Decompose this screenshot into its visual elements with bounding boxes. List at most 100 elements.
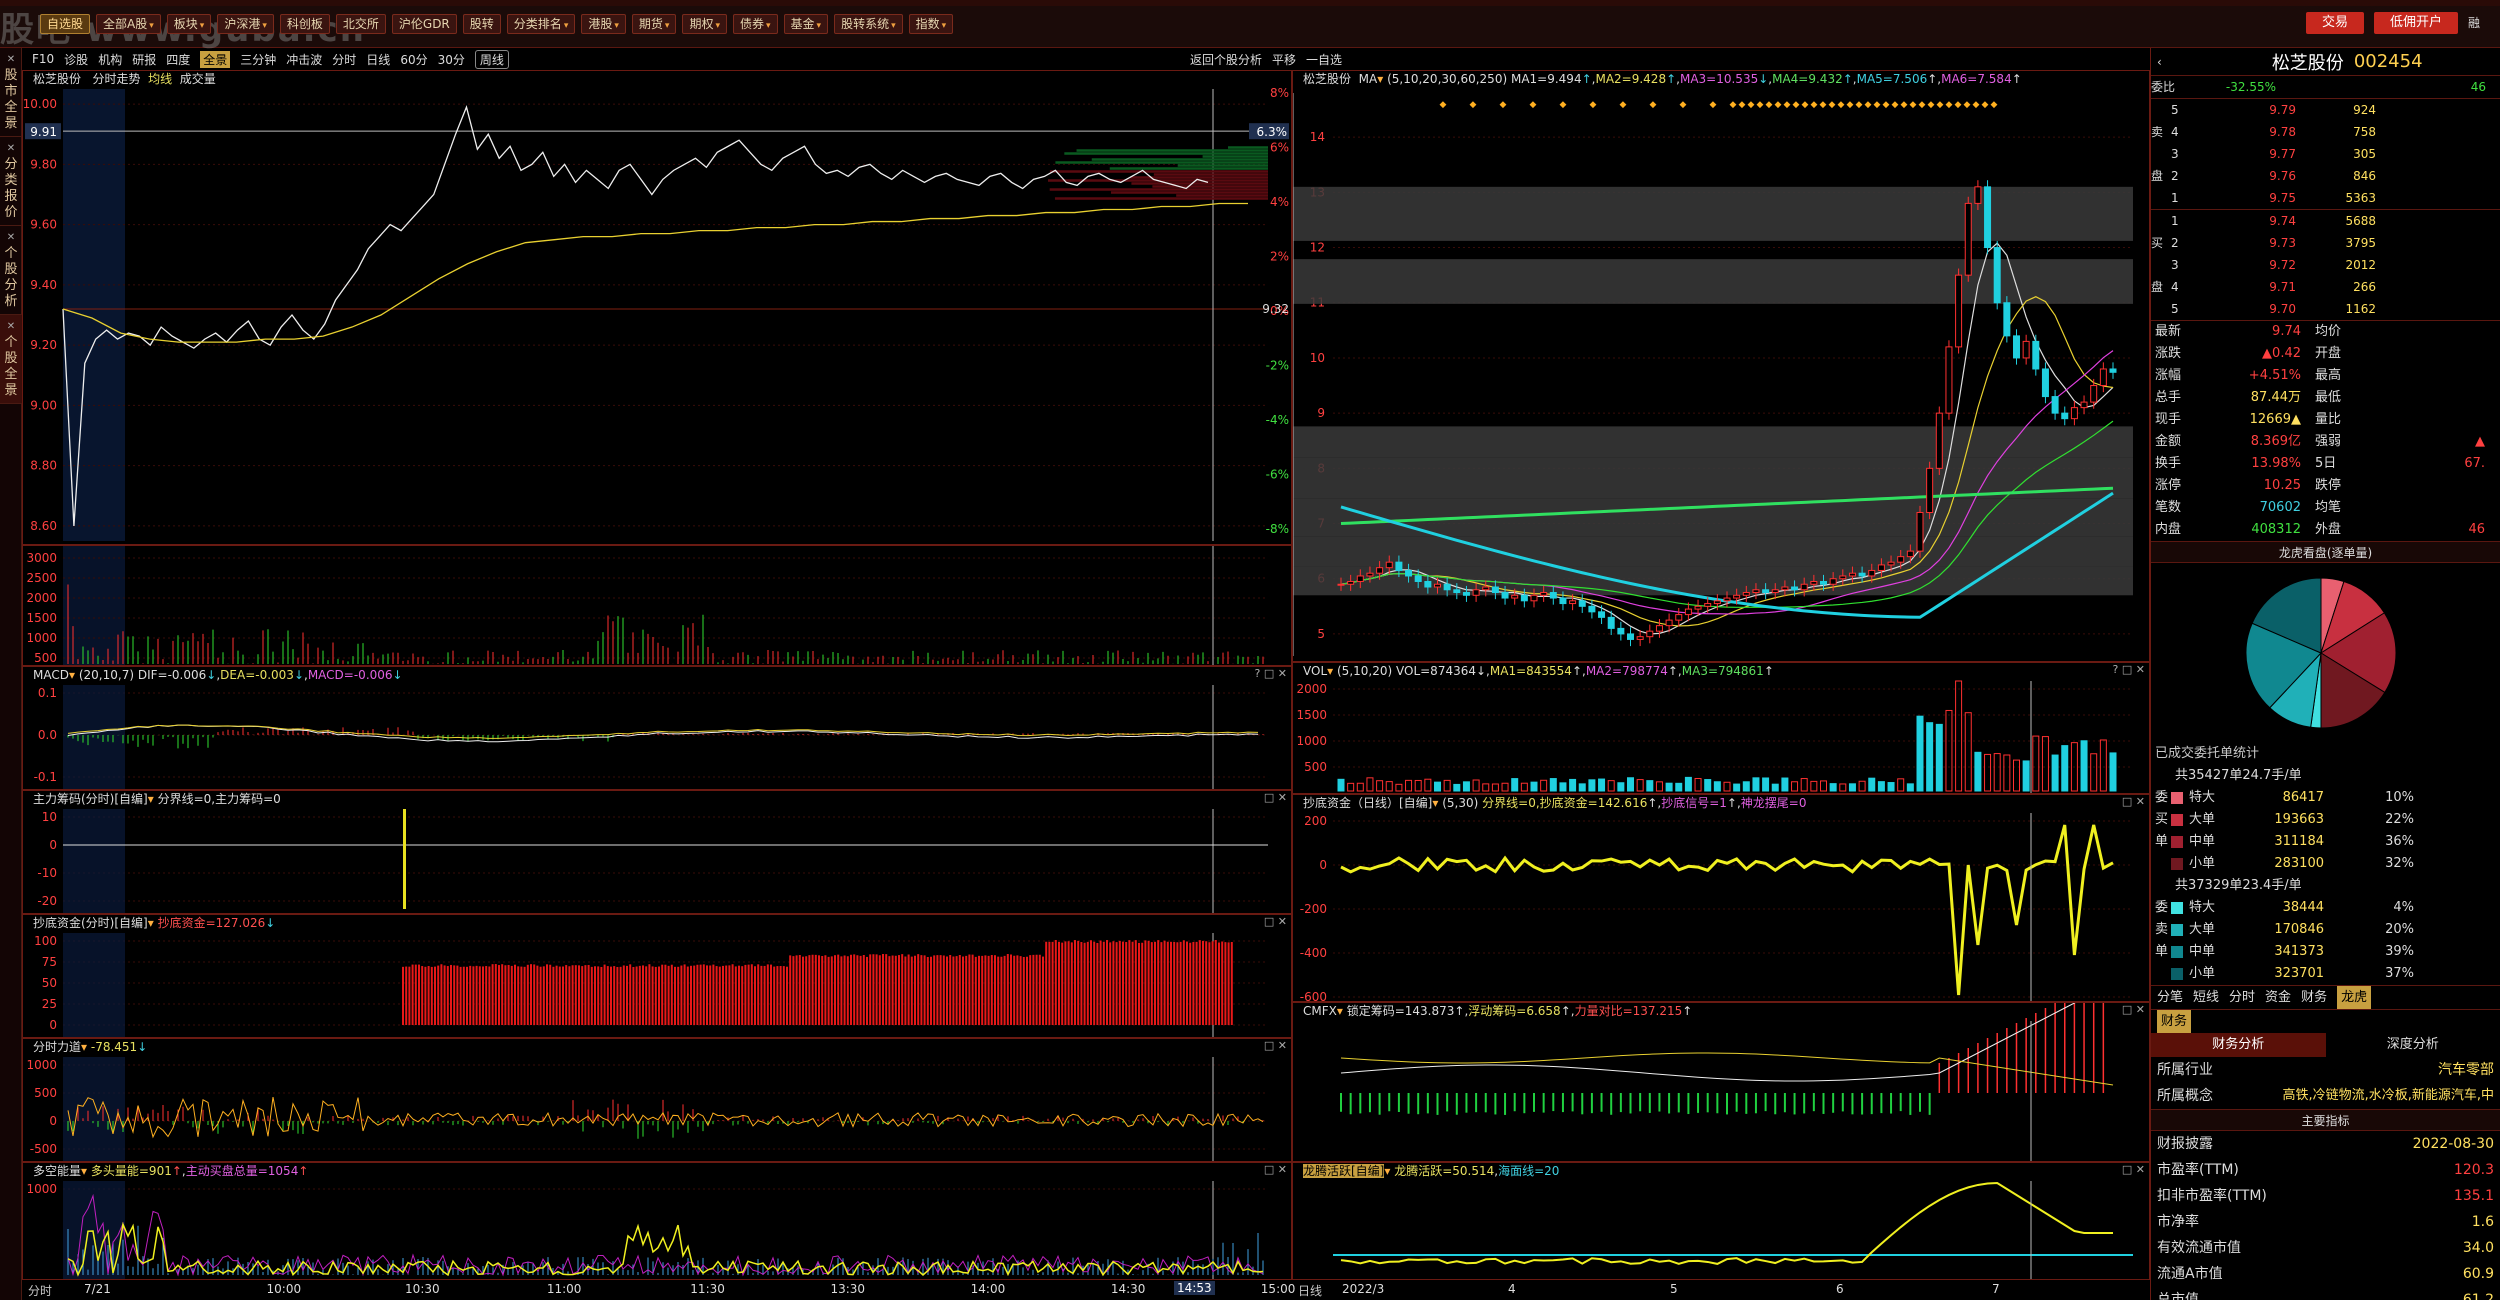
subbar-item[interactable]: 周线 (474, 49, 509, 69)
macd-pane[interactable]: MACD▾ (20,10,7) DIF=-0.006↓,DEA=-0.003↓,… (22, 666, 1292, 790)
trade-button[interactable]: 交易 (2305, 12, 2364, 34)
subbar-item[interactable]: 机构 (98, 51, 122, 68)
fenshi-pane[interactable]: 分时力道▾ -78.451↓ □ ✕ 1000 500 0 -500 (22, 1038, 1292, 1162)
subbar-item[interactable]: 三分钟 (240, 51, 276, 68)
zhuli-pane[interactable]: 主力筹码(分时)[自编]▾ 分界线=0,主力筹码=0 □ ✕ 10 0 -10 -20 (22, 790, 1292, 914)
event-marker: ◆ (1964, 100, 1971, 110)
market-button-label: 板块 (173, 17, 198, 31)
subbar-item[interactable]: F10 (32, 52, 54, 66)
bid-row[interactable]: 5 9.70 1162 (2151, 298, 2500, 320)
market-button[interactable]: 股转 (462, 14, 501, 34)
bid-volume: 3795 (2345, 236, 2376, 250)
dragon-tab[interactable]: 短线 (2193, 986, 2219, 1009)
market-button[interactable]: 港股 ▾ (581, 14, 626, 34)
bid-row[interactable]: 1 9.74 5688 (2151, 210, 2500, 232)
ask-row[interactable]: 盘 2 9.76 846 (2151, 165, 2500, 187)
market-button[interactable]: 自选股 (40, 14, 91, 34)
market-button[interactable]: 期货 ▾ (631, 14, 677, 34)
bid-row[interactable]: 3 9.72 2012 (2151, 254, 2500, 276)
vertical-tab[interactable]: ✕ 个股分析 (0, 226, 22, 315)
vertical-tab[interactable]: ✕ 个股全景 (0, 315, 22, 404)
dragon-tab[interactable]: 分笔 (2157, 986, 2183, 1009)
market-button[interactable]: 北交所 (335, 14, 386, 34)
market-button[interactable]: 板块 ▾ (166, 14, 212, 34)
bottom-daily-button[interactable]: 日线 (1298, 1282, 1322, 1299)
market-button[interactable]: 基金 ▾ (783, 14, 829, 34)
market-button[interactable]: 期权 ▾ (682, 14, 727, 34)
finance-row: 市盈率(TTM) 120.3 (2151, 1157, 2500, 1183)
subbar-item[interactable]: 分时 (332, 51, 356, 68)
market-button[interactable]: 沪深港 ▾ (217, 14, 274, 34)
vertical-tab-char: 类 (4, 173, 18, 188)
close-icon[interactable]: ✕ (0, 319, 22, 335)
subbar-item[interactable]: 60分 (400, 51, 427, 68)
market-button[interactable]: 科创板 (279, 14, 330, 34)
event-marker: ◆ (1784, 100, 1791, 110)
quote-stock-code: 002454 (2353, 51, 2423, 72)
close-icon[interactable]: ✕ (0, 230, 22, 246)
intraday-pane[interactable]: 松芝股份 分时走势 均线 成交量 10.00 9.80 9.60 9.40 9.20 9.… (22, 70, 1292, 545)
event-marker: ◆ (1500, 100, 1507, 110)
dragon-sell-total: 共37329单23.4手/单 (2175, 878, 2302, 893)
event-marker: ◆ (1470, 100, 1477, 110)
subbar-item[interactable]: 研报 (132, 51, 156, 68)
ask-row[interactable]: 3 9.77 305 (2151, 143, 2500, 165)
stat-label: 金额 (2155, 434, 2182, 449)
axis-tick: 200 (1304, 814, 1327, 828)
close-icon[interactable]: ✕ (0, 141, 22, 157)
finance-label: 财报披露 (2157, 1136, 2213, 1152)
vol-bar (1598, 778, 1606, 792)
duokong-pane[interactable]: 多空能量▾ 多头量能=901↑,主动买盘总量=1054↑ □ ✕ 1000 (22, 1162, 1292, 1280)
intraday-volume-pane[interactable]: 3000 2500 2000 1500 1000 500 (22, 545, 1292, 666)
subbar-right-item[interactable]: 一自选 (1306, 51, 1342, 68)
bottom-intraday-button[interactable]: 分时 (28, 1282, 52, 1299)
subbar-right-item[interactable]: 平移 (1272, 51, 1296, 68)
stat-label: 涨跌 (2155, 346, 2182, 361)
vol-bar (1356, 782, 1364, 792)
subbar-item[interactable]: 日线 (366, 51, 390, 68)
chaodi-day-pane[interactable]: 抄底资金（日线）[自编]▾ (5,30) 分界线=0,抄底资金=142.616↑… (1292, 794, 2150, 1002)
vol-pane[interactable]: VOL▾ (5,10,20) VOL=874364↓,MA1=843554↑,M… (1292, 662, 2150, 794)
dragon-tab[interactable]: 财务 (2301, 986, 2327, 1009)
subbar-item[interactable]: 全景 (200, 50, 231, 68)
bid-row[interactable]: 盘 4 9.71 266 (2151, 276, 2500, 298)
tab-finance[interactable]: 财务 (2157, 1010, 2192, 1033)
ask-row[interactable]: 5 9.79 924 (2151, 99, 2500, 121)
order-type: 特大 (2189, 900, 2216, 915)
ask-row[interactable]: 1 9.75 5363 (2151, 187, 2500, 209)
market-button[interactable]: 指数 ▾ (908, 14, 954, 34)
vertical-tab[interactable]: ✕ 分类报价 (0, 137, 22, 226)
dragon-tab[interactable]: 龙虎 (2337, 986, 2372, 1009)
more-button[interactable]: 融 (2468, 12, 2480, 34)
bid-row[interactable]: 买 2 9.73 3795 (2151, 232, 2500, 254)
vol-bar (2080, 740, 2088, 792)
tab-finance-analysis[interactable]: 财务分析 (2151, 1033, 2326, 1057)
ask-row[interactable]: 卖 4 9.78 758 (2151, 121, 2500, 143)
subbar-item[interactable]: 冲击波 (286, 51, 322, 68)
tab-deep-analysis[interactable]: 深度分析 (2326, 1033, 2500, 1057)
cmfx-pane[interactable]: CMFX▾ 锁定筹码=143.873↑,浮动筹码=6.658↑,力量对比=137… (1292, 1002, 2150, 1162)
market-button[interactable]: 股转系统 ▾ (834, 14, 903, 34)
axis-tick: 10 (42, 810, 57, 824)
candle-body (1906, 550, 1914, 558)
back-icon[interactable]: ‹ (2157, 55, 2162, 69)
dragon-tab[interactable]: 分时 (2229, 986, 2255, 1009)
market-button[interactable]: 沪伦GDR (391, 14, 457, 34)
market-button[interactable]: 全部A股 ▾ (96, 14, 161, 34)
vertical-tab[interactable]: ✕ 股市全景 (0, 48, 22, 137)
subbar-right-item[interactable]: 返回个股分析 (1190, 51, 1262, 68)
subbar-item[interactable]: 诊股 (64, 51, 88, 68)
open-account-button[interactable]: 低佣开户 (2373, 12, 2458, 34)
longteng-pane[interactable]: 龙腾活跃[自编]▾ 龙腾活跃=50.514,海面线=20 □ ✕ (1292, 1162, 2150, 1280)
close-icon[interactable]: ✕ (0, 52, 22, 68)
dragon-tab[interactable]: 资金 (2265, 986, 2291, 1009)
kline-pane[interactable]: 松芝股份 MA▾ (5,10,20,30,60,250) MA1=9.494↑,… (1292, 70, 2150, 662)
market-button[interactable]: 分类排名 ▾ (506, 14, 576, 34)
chaodi-pane[interactable]: 抄底资金(分时)[自编]▾ 抄底资金=127.026↓ □ ✕ 100 75 50 2… (22, 914, 1292, 1038)
depth-bar (1054, 197, 1268, 200)
subbar-item[interactable]: 四度 (166, 51, 190, 68)
market-button[interactable]: 债券 ▾ (732, 14, 778, 34)
date-tick: 2022/3 (1342, 1282, 1385, 1296)
vol-bar (1993, 753, 2001, 792)
subbar-item[interactable]: 30分 (438, 51, 465, 68)
